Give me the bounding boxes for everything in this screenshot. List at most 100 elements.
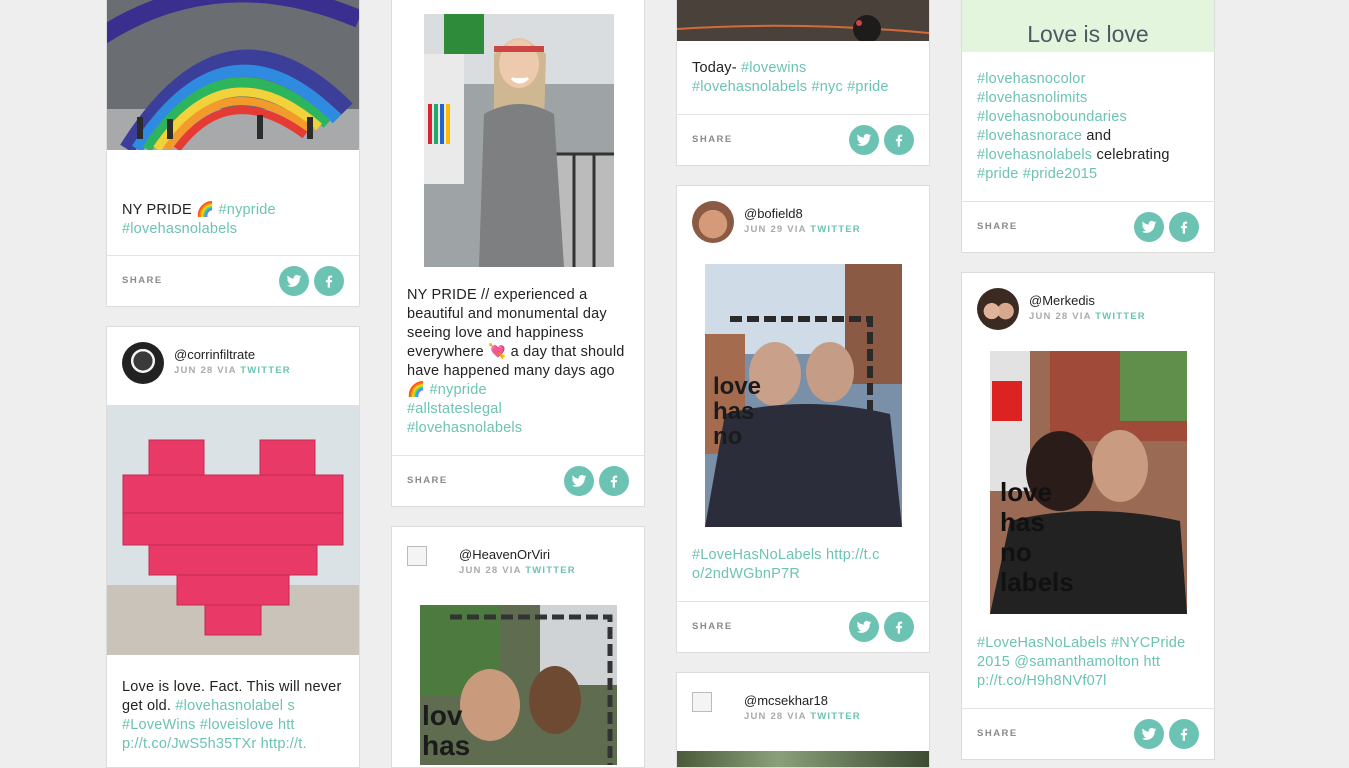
hashtag-link[interactable]: #lovehasnorace bbox=[977, 128, 1082, 144]
post-card: @Merkedis JUN 28 VIA TWITTER love has no… bbox=[961, 272, 1215, 760]
post-photo[interactable] bbox=[107, 0, 359, 150]
post-card: NY PRIDE 🌈 #nypride #lovehasnolabels SHA… bbox=[106, 0, 360, 307]
hashtag-link[interactable]: #LoveWins bbox=[122, 717, 196, 733]
svg-text:no: no bbox=[1000, 537, 1032, 567]
twitter-share-button[interactable] bbox=[849, 612, 879, 642]
avatar-broken-image[interactable] bbox=[692, 692, 712, 712]
post-meta: JUN 29 VIA TWITTER bbox=[744, 224, 861, 235]
facebook-share-button[interactable] bbox=[314, 266, 344, 296]
author-handle[interactable]: @Merkedis bbox=[1029, 293, 1095, 308]
hashtag-link[interactable]: #lovehasnolabels bbox=[407, 420, 522, 436]
facebook-share-button[interactable] bbox=[599, 466, 629, 496]
share-bar: SHARE bbox=[392, 455, 644, 506]
facebook-share-button[interactable] bbox=[1169, 719, 1199, 749]
post-photo[interactable]: Love is love bbox=[962, 0, 1214, 52]
post-card: Today- #lovewins #lovehasnolabels #nyc #… bbox=[676, 0, 930, 166]
hashtag-link[interactable]: #nypride bbox=[219, 202, 276, 218]
twitter-share-button[interactable] bbox=[849, 125, 879, 155]
post-card: @HeavenOrViri JUN 28 VIA TWITTER lov has bbox=[391, 526, 645, 768]
post-caption: Today- #lovewins #lovehasnolabels #nyc #… bbox=[677, 59, 929, 97]
share-label: SHARE bbox=[692, 134, 733, 145]
mention-link[interactable]: @samanthamolton bbox=[1014, 654, 1139, 670]
svg-text:no: no bbox=[713, 423, 742, 450]
share-label: SHARE bbox=[407, 475, 448, 486]
author-handle[interactable]: @bofield8 bbox=[744, 206, 803, 221]
share-bar: SHARE bbox=[962, 708, 1214, 759]
hashtag-link[interactable]: #loveislove bbox=[200, 717, 274, 733]
hashtag-link[interactable]: #pride bbox=[847, 79, 889, 95]
avatar[interactable] bbox=[977, 288, 1019, 330]
twitter-share-button[interactable] bbox=[1134, 212, 1164, 242]
caption-text: celebrating bbox=[1096, 147, 1170, 163]
hashtag-link[interactable]: #pride bbox=[977, 166, 1019, 182]
network-link[interactable]: TWITTER bbox=[525, 565, 576, 576]
hashtag-link[interactable]: #pride2015 bbox=[1023, 166, 1098, 182]
avatar-broken-image[interactable] bbox=[407, 546, 427, 566]
hashtag-link[interactable]: #lovehasnoboundaries bbox=[977, 109, 1127, 125]
author-handle[interactable]: @mcsekhar18 bbox=[744, 693, 828, 708]
post-caption: #lovehasnocolor #lovehasnolimits #loveha… bbox=[962, 70, 1214, 184]
post-caption: NY PRIDE 🌈 #nypride #lovehasnolabels bbox=[107, 201, 359, 239]
post-photo[interactable] bbox=[677, 751, 929, 767]
twitter-share-button[interactable] bbox=[564, 466, 594, 496]
facebook-icon bbox=[610, 475, 618, 488]
post-card: NY PRIDE // experienced a beautiful and … bbox=[391, 0, 645, 507]
hashtag-link[interactable]: #lovehasnolabels bbox=[122, 221, 237, 237]
post-meta: JUN 28 VIA TWITTER bbox=[744, 711, 861, 722]
facebook-share-button[interactable] bbox=[884, 125, 914, 155]
network-link[interactable]: TWITTER bbox=[810, 224, 861, 235]
post-photo[interactable] bbox=[107, 405, 359, 655]
svg-text:love: love bbox=[713, 373, 761, 400]
author-handle[interactable]: @HeavenOrViri bbox=[459, 547, 550, 562]
caption-text: NY PRIDE 🌈 bbox=[122, 202, 215, 218]
network-link[interactable]: TWITTER bbox=[240, 365, 291, 376]
post-card: @bofield8 JUN 29 VIA TWITTER love has no… bbox=[676, 185, 930, 653]
avatar[interactable] bbox=[692, 201, 734, 243]
post-meta: JUN 28 VIA TWITTER bbox=[459, 565, 576, 576]
post-photo[interactable] bbox=[677, 0, 929, 41]
hashtag-link[interactable]: #allstateslegal bbox=[407, 401, 502, 417]
twitter-share-button[interactable] bbox=[279, 266, 309, 296]
post-meta: JUN 28 VIA TWITTER bbox=[1029, 311, 1146, 322]
facebook-icon bbox=[1180, 728, 1188, 741]
facebook-icon bbox=[325, 275, 333, 288]
hashtag-link[interactable]: #lovehasnolabels bbox=[977, 147, 1092, 163]
facebook-icon bbox=[1180, 221, 1188, 234]
svg-text:labels: labels bbox=[1000, 567, 1074, 597]
share-bar: SHARE bbox=[677, 114, 929, 165]
twitter-icon bbox=[286, 274, 302, 287]
facebook-share-button[interactable] bbox=[884, 612, 914, 642]
network-link[interactable]: TWITTER bbox=[810, 711, 861, 722]
author-handle[interactable]: @corrinfiltrate bbox=[174, 347, 255, 362]
hashtag-link[interactable]: #nyc bbox=[812, 79, 843, 95]
hashtag-link[interactable]: #lovewins bbox=[741, 60, 806, 76]
post-photo[interactable]: love has no labels bbox=[990, 351, 1187, 614]
post-photo[interactable]: lov has bbox=[420, 605, 617, 765]
facebook-icon bbox=[895, 134, 903, 147]
post-caption: #LoveHasNoLabels http://t.c o/2ndWGbnP7R bbox=[677, 546, 929, 584]
avatar[interactable] bbox=[122, 342, 164, 384]
hashtag-link[interactable]: #lovehasnolimits bbox=[977, 90, 1087, 106]
hashtag-link[interactable]: #LoveHasNoLabels bbox=[692, 547, 822, 563]
post-card: @mcsekhar18 JUN 28 VIA TWITTER bbox=[676, 672, 930, 768]
hashtag-link[interactable]: #lovehasnolabel s bbox=[175, 698, 295, 714]
svg-text:lov: lov bbox=[422, 700, 463, 731]
share-label: SHARE bbox=[692, 621, 733, 632]
svg-text:has: has bbox=[422, 730, 470, 761]
svg-text:love: love bbox=[1000, 477, 1052, 507]
post-photo[interactable]: love has no bbox=[705, 264, 902, 527]
hashtag-link[interactable]: #lovehasnolabels bbox=[692, 79, 807, 95]
url-link[interactable]: http://t. bbox=[261, 736, 307, 752]
hashtag-link[interactable]: #LoveHasNoLabels bbox=[977, 635, 1107, 651]
hashtag-link[interactable]: #nypride bbox=[430, 382, 487, 398]
twitter-share-button[interactable] bbox=[1134, 719, 1164, 749]
facebook-share-button[interactable] bbox=[1169, 212, 1199, 242]
network-link[interactable]: TWITTER bbox=[1095, 311, 1146, 322]
banner-text: Love is love bbox=[1027, 21, 1149, 47]
caption-text: and bbox=[1086, 128, 1112, 144]
post-caption: NY PRIDE // experienced a beautiful and … bbox=[392, 286, 644, 438]
post-card: Love is love #lovehasnocolor #lovehasnol… bbox=[961, 0, 1215, 253]
post-photo[interactable] bbox=[424, 14, 614, 267]
hashtag-link[interactable]: #lovehasnocolor bbox=[977, 71, 1086, 87]
share-bar: SHARE bbox=[107, 255, 359, 306]
